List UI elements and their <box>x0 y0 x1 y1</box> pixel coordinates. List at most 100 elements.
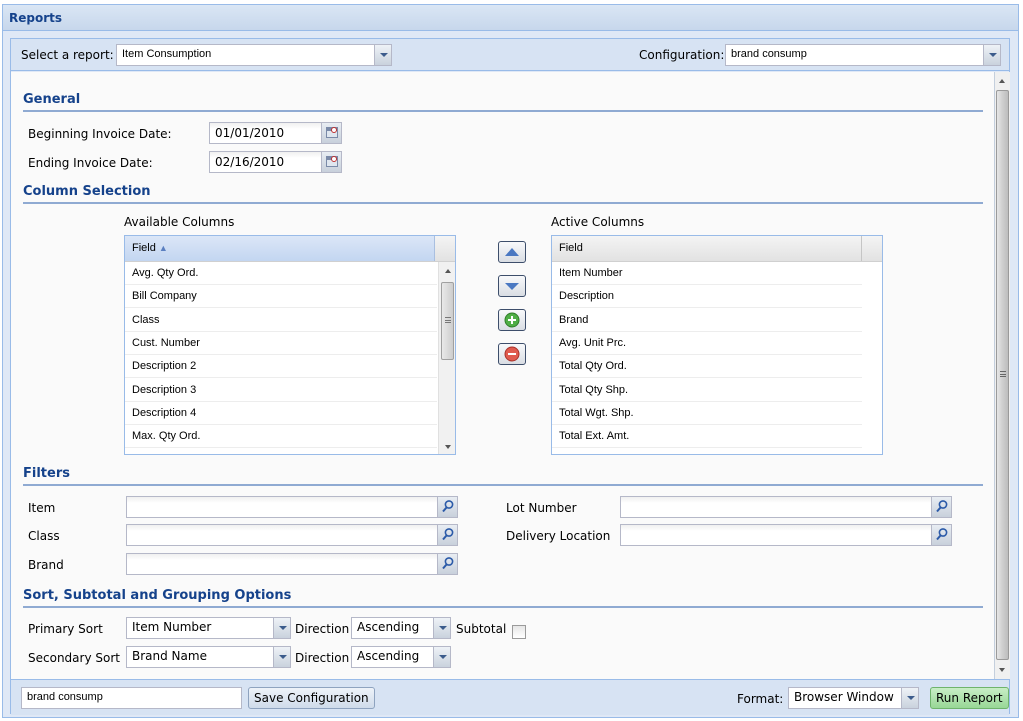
calendar-icon <box>326 156 338 167</box>
date-picker-button[interactable] <box>321 123 341 143</box>
beginning-date-field[interactable]: 01/01/2010 <box>209 122 342 144</box>
subtotal-label: Subtotal <box>456 622 507 636</box>
active-columns-label: Active Columns <box>551 215 645 229</box>
report-toolbar: Select a report: Item Consumption Config… <box>11 39 1009 71</box>
run-report-button[interactable]: Run Report <box>930 687 1009 709</box>
list-item[interactable]: Total Qty Ord. <box>552 355 862 379</box>
report-select[interactable]: Item Consumption <box>116 44 392 66</box>
chevron-down-icon[interactable] <box>901 688 918 708</box>
grid-scrollbar[interactable] <box>438 262 455 454</box>
section-title-filters: Filters <box>23 466 70 481</box>
grid-header: Field <box>552 236 882 262</box>
arrow-down-icon <box>505 283 519 290</box>
search-button[interactable] <box>437 525 457 545</box>
lot-number-filter-field[interactable] <box>620 496 952 518</box>
chevron-down-icon[interactable] <box>273 647 290 667</box>
search-button[interactable] <box>931 497 951 517</box>
subtotal-checkbox[interactable] <box>512 625 526 639</box>
chevron-down-icon[interactable] <box>374 45 391 65</box>
list-item[interactable]: Class <box>125 308 437 332</box>
divider <box>23 606 983 608</box>
filter-label-class: Class <box>28 529 60 543</box>
scroll-thumb[interactable] <box>441 282 454 360</box>
search-icon <box>936 500 948 513</box>
search-button[interactable] <box>931 525 951 545</box>
plus-icon <box>504 312 520 328</box>
list-item[interactable]: Description 3 <box>125 378 437 402</box>
chevron-down-icon[interactable] <box>273 618 290 638</box>
item-filter-field[interactable] <box>126 496 458 518</box>
list-item[interactable]: Brand <box>552 308 862 332</box>
configuration-select[interactable]: brand consump <box>725 44 1001 66</box>
remove-column-button[interactable] <box>498 343 526 365</box>
search-icon <box>442 557 454 570</box>
move-down-button[interactable] <box>498 275 526 297</box>
move-up-button[interactable] <box>498 241 526 263</box>
search-button[interactable] <box>437 497 457 517</box>
window-title: Reports <box>3 5 1018 31</box>
list-item[interactable]: Max. Qty Ord. <box>125 425 437 449</box>
configuration-label: Configuration: <box>639 48 725 62</box>
filter-label-delivery-location: Delivery Location <box>506 529 611 543</box>
list-item[interactable]: Bill Company <box>125 285 437 309</box>
filter-label-brand: Brand <box>28 558 64 572</box>
scroll-down-icon[interactable] <box>439 438 456 454</box>
list-item[interactable]: Item Number <box>552 262 862 285</box>
sort-ascending-icon: ▲ <box>158 243 168 253</box>
secondary-sort-label: Secondary Sort <box>28 651 120 665</box>
configuration-name-field[interactable]: brand consump <box>21 687 242 709</box>
select-report-label: Select a report: <box>21 48 114 62</box>
primary-sort-label: Primary Sort <box>28 622 103 636</box>
chevron-down-icon[interactable] <box>433 647 450 667</box>
active-columns-grid: Field Item Number Description Brand Avg. Un… <box>551 235 883 455</box>
available-columns-grid: Field ▲ Avg. Qty Ord. Bill Company Class Cu… <box>124 235 456 455</box>
primary-sort-select[interactable]: Item Number <box>126 617 291 639</box>
scroll-thumb[interactable] <box>996 90 1009 660</box>
beginning-date-label: Beginning Invoice Date: <box>28 127 172 141</box>
list-item[interactable]: Total Wgt. Shp. <box>552 401 862 425</box>
divider <box>23 202 983 204</box>
secondary-direction-label: Direction <box>295 651 350 665</box>
field-column-header[interactable]: Field <box>552 236 862 261</box>
scroll-up-icon[interactable] <box>995 74 1010 88</box>
primary-direction-select[interactable]: Ascending <box>351 617 451 639</box>
scroll-down-icon[interactable] <box>995 663 1010 677</box>
report-form: General Beginning Invoice Date: 01/01/20… <box>11 72 995 679</box>
secondary-direction-select[interactable]: Ascending <box>351 646 451 668</box>
ending-date-label: Ending Invoice Date: <box>28 156 153 170</box>
search-button[interactable] <box>437 554 457 574</box>
list-item[interactable]: Total Ext. Amt. <box>552 425 862 449</box>
add-column-button[interactable] <box>498 309 526 331</box>
primary-direction-label: Direction <box>295 622 350 636</box>
class-filter-field[interactable] <box>126 524 458 546</box>
field-column-header[interactable]: Field ▲ <box>125 236 435 261</box>
list-item[interactable]: Avg. Qty Ord. <box>125 262 437 285</box>
list-item[interactable]: Avg. Unit Prc. <box>552 331 862 355</box>
search-icon <box>442 528 454 541</box>
format-select[interactable]: Browser Window <box>788 687 919 709</box>
section-title-general: General <box>23 92 81 107</box>
list-item[interactable]: Total Qty Shp. <box>552 378 862 402</box>
date-picker-button[interactable] <box>321 152 341 172</box>
section-title-sort: Sort, Subtotal and Grouping Options <box>23 588 292 603</box>
chevron-down-icon[interactable] <box>433 618 450 638</box>
chevron-down-icon[interactable] <box>983 45 1000 65</box>
list-item[interactable]: Description <box>552 285 862 309</box>
brand-filter-field[interactable] <box>126 553 458 575</box>
divider <box>23 110 983 112</box>
delivery-location-filter-field[interactable] <box>620 524 952 546</box>
section-title-column-selection: Column Selection <box>23 184 151 199</box>
reports-window: Reports Select a report: Item Consumptio… <box>2 4 1019 718</box>
reports-panel: Select a report: Item Consumption Config… <box>10 38 1010 715</box>
form-scrollbar[interactable] <box>995 72 1010 679</box>
ending-date-field[interactable]: 02/16/2010 <box>209 151 342 173</box>
calendar-icon <box>326 127 338 138</box>
minus-icon <box>504 346 520 362</box>
list-item[interactable]: Description 4 <box>125 401 437 425</box>
list-item[interactable]: Description 2 <box>125 355 437 379</box>
list-item[interactable]: Cust. Number <box>125 331 437 355</box>
save-configuration-button[interactable]: Save Configuration <box>248 687 375 709</box>
scroll-up-icon[interactable] <box>439 262 456 278</box>
grid-header: Field ▲ <box>125 236 455 262</box>
secondary-sort-select[interactable]: Brand Name <box>126 646 291 668</box>
